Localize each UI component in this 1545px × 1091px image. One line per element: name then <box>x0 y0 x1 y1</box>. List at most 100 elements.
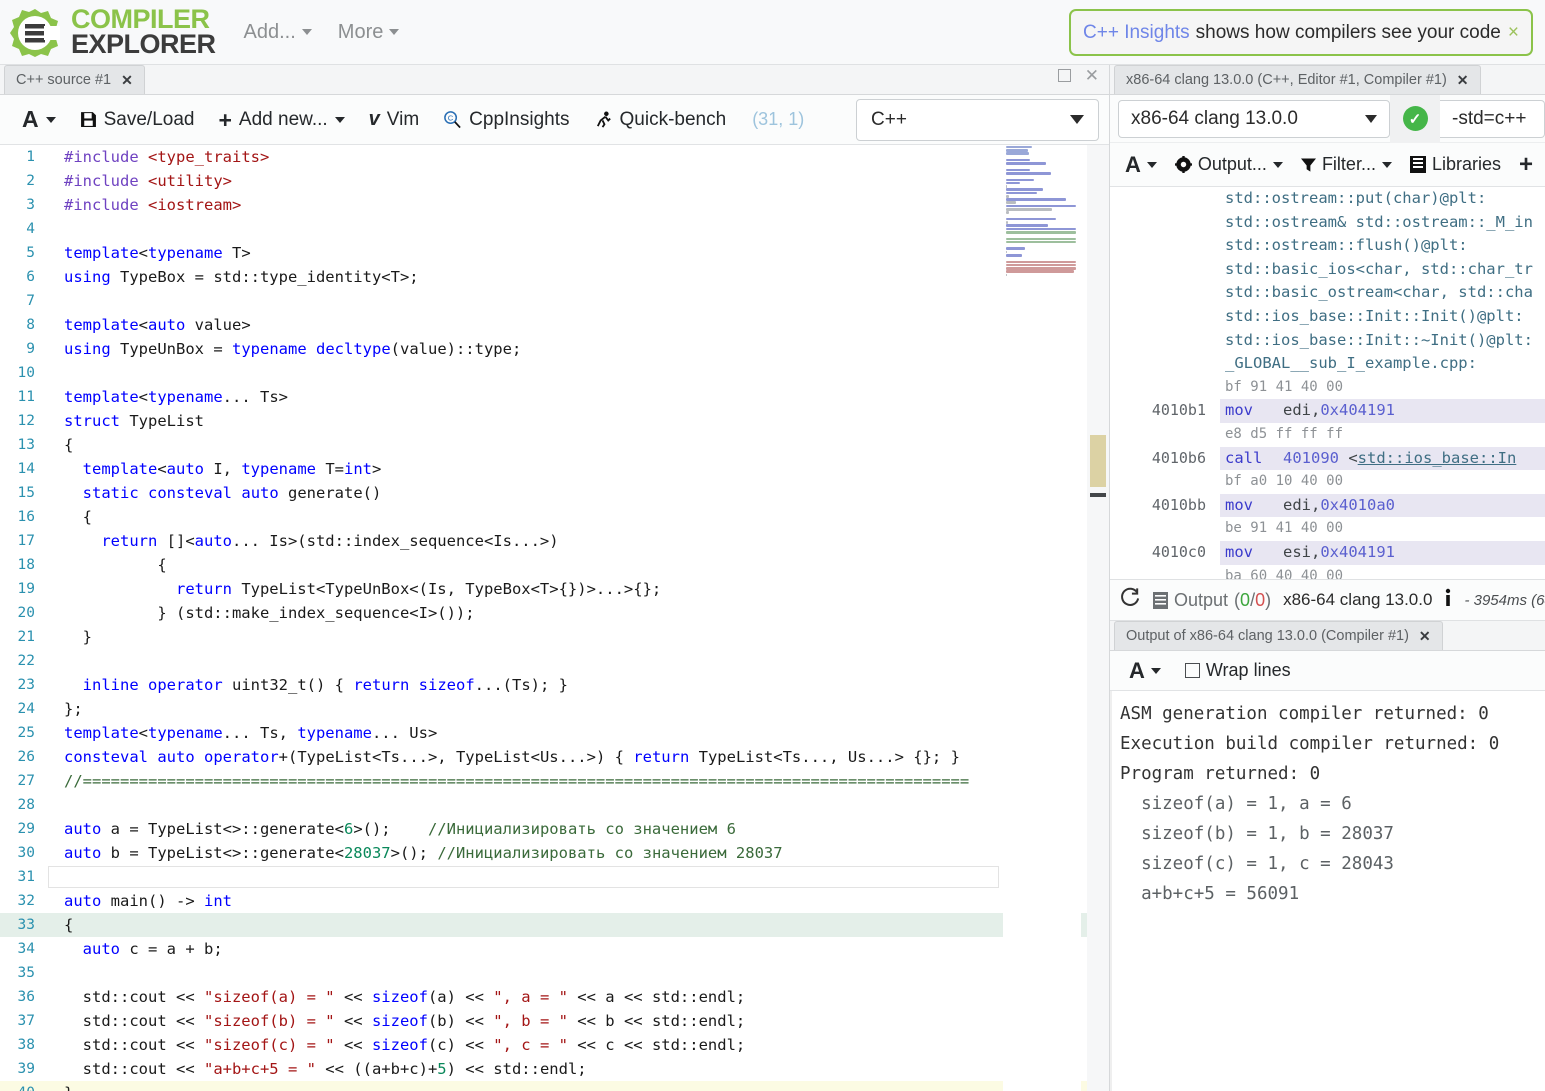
code-line[interactable]: 8 template<auto value> <box>0 313 1109 337</box>
code-line[interactable]: 1 #include <type_traits> <box>0 145 1109 169</box>
editor-minimap[interactable] <box>1003 145 1081 1091</box>
tab-cpp-source-1[interactable]: C++ source #1 ✕ <box>4 65 145 94</box>
code-text[interactable]: struct TypeList <box>48 409 1109 433</box>
code-text[interactable]: template<typename T> <box>48 241 1109 265</box>
toast-close-icon[interactable]: × <box>1508 22 1519 44</box>
code-line[interactable]: 15 static consteval auto generate() <box>0 481 1109 505</box>
code-line[interactable]: 3 #include <iostream> <box>0 193 1109 217</box>
code-text[interactable]: { <box>48 553 1109 577</box>
code-line[interactable]: 28 <box>0 793 1109 817</box>
code-line[interactable]: 29 auto a = TypeList<>::generate<6>(); //… <box>0 817 1109 841</box>
libraries-button[interactable]: Libraries <box>1401 148 1510 182</box>
code-line[interactable]: 4 <box>0 217 1109 241</box>
code-text[interactable]: #include <iostream> <box>48 193 1109 217</box>
asm-symbol-label-row[interactable]: std::ostream::flush()@plt: <box>1110 234 1545 258</box>
code-line[interactable]: 17 return []<auto... Is>(std::index_sequ… <box>0 529 1109 553</box>
notification-banner[interactable]: C++ Insights shows how compilers see you… <box>1069 9 1533 56</box>
code-text[interactable]: #include <utility> <box>48 169 1109 193</box>
code-text[interactable]: inline operator uint32_t() { return size… <box>48 673 1109 697</box>
scrollbar-thumb[interactable] <box>1090 435 1106 487</box>
output-toggle[interactable]: Output (0/0) <box>1153 590 1271 611</box>
code-text[interactable]: //======================================… <box>48 769 1109 793</box>
compiler-font-button[interactable]: A <box>1116 148 1166 182</box>
editor-vertical-scrollbar[interactable] <box>1087 145 1109 1091</box>
asm-bytes-row[interactable]: bf 91 41 40 00 <box>1110 376 1545 400</box>
quick-bench-button[interactable]: Quick-bench <box>582 101 739 139</box>
code-line[interactable]: 12 struct TypeList <box>0 409 1109 433</box>
code-line[interactable]: 5 template<typename T> <box>0 241 1109 265</box>
program-output[interactable]: ASM generation compiler returned: 0 Execu… <box>1110 691 1545 1091</box>
code-text[interactable]: } (std::make_index_sequence<I>()); <box>48 601 1109 625</box>
code-line[interactable]: 21 } <box>0 625 1109 649</box>
asm-bytes-row[interactable]: e8 d5 ff ff ff <box>1110 423 1545 447</box>
code-line[interactable]: 24}; <box>0 697 1109 721</box>
code-text[interactable]: } <box>48 1081 1109 1091</box>
asm-instruction-row[interactable]: 4010b6 call 401090 <std::ios_base::In <box>1110 446 1545 471</box>
asm-instruction-row[interactable]: 4010b1 mov edi,0x404191 <box>1110 399 1545 423</box>
code-text[interactable]: std::cout << "a+b+c+5 = " << ((a+b+c)+5)… <box>48 1057 1109 1081</box>
code-text[interactable]: return TypeList<TypeUnBox<(Is, TypeBox<T… <box>48 577 1109 601</box>
toast-link[interactable]: C++ Insights <box>1083 22 1190 44</box>
asm-symbol-label-row[interactable]: std::ostream::put(char)@plt: <box>1110 187 1545 211</box>
code-text[interactable]: std::cout << "sizeof(c) = " << sizeof(c)… <box>48 1033 1109 1057</box>
code-text[interactable]: std::cout << "sizeof(b) = " << sizeof(b)… <box>48 1009 1109 1033</box>
code-text[interactable]: auto c = a + b; <box>48 937 1109 961</box>
tab-close-icon[interactable]: ✕ <box>1457 72 1469 89</box>
code-line[interactable]: 38 std::cout << "sizeof(c) = " << sizeof… <box>0 1033 1109 1057</box>
asm-operation[interactable]: mov edi,0x4010a0 <box>1220 493 1545 518</box>
add-tool-button[interactable]: + <box>1510 148 1542 182</box>
code-line[interactable]: 39 std::cout << "a+b+c+5 = " << ((a+b+c)… <box>0 1057 1109 1081</box>
code-line[interactable]: 31 <box>0 865 1109 889</box>
tab-output-compiler-1[interactable]: Output of x86-64 clang 13.0.0 (Compiler … <box>1114 621 1443 650</box>
asm-bytes-row[interactable]: ba 60 40 40 00 <box>1110 565 1545 580</box>
code-text[interactable]: consteval auto operator+(TypeList<Ts...>… <box>48 745 1109 769</box>
vim-button[interactable]: v Vim <box>357 101 432 139</box>
code-text[interactable]: static consteval auto generate() <box>48 481 1109 505</box>
code-line[interactable]: 26 consteval auto operator+(TypeList<Ts..… <box>0 745 1109 769</box>
asm-operation[interactable]: mov esi,0x404191 <box>1220 540 1545 565</box>
assembly-output[interactable]: std::ostream::put(char)@plt: std::ostream… <box>1110 187 1545 579</box>
code-line[interactable]: 9 using TypeUnBox = typename decltype(val… <box>0 337 1109 361</box>
code-line[interactable]: 11 template<typename... Ts> <box>0 385 1109 409</box>
tab-compiler-1[interactable]: x86-64 clang 13.0.0 (C++, Editor #1, Com… <box>1114 65 1481 94</box>
code-text[interactable]: auto main() -> int <box>48 889 1109 913</box>
code-text[interactable]: template<auto I, typename T=int> <box>48 457 1109 481</box>
code-text[interactable]: template<auto value> <box>48 313 1109 337</box>
compiler-select[interactable]: x86-64 clang 13.0.0 <box>1118 99 1390 138</box>
asm-operation[interactable]: call 401090 <std::ios_base::In <box>1220 446 1545 471</box>
code-line[interactable]: 13 { <box>0 433 1109 457</box>
asm-instruction-row[interactable]: 4010bb mov edi,0x4010a0 <box>1110 493 1545 518</box>
save-load-button[interactable]: Save/Load <box>68 101 207 139</box>
close-icon[interactable]: ✕ <box>1085 67 1099 84</box>
asm-symbol-label-row[interactable]: std::basic_ios<char, std::char_tr <box>1110 258 1545 282</box>
code-line[interactable]: 35 <box>0 961 1109 985</box>
language-select[interactable]: C++ <box>856 98 1099 141</box>
code-line[interactable]: 14 template<auto I, typename T=int> <box>0 457 1109 481</box>
code-line[interactable]: 22 <box>0 649 1109 673</box>
code-text[interactable]: auto a = TypeList<>::generate<6>(); //Ин… <box>48 817 1109 841</box>
code-line[interactable]: 33 { <box>0 913 1109 937</box>
asm-symbol-label-row[interactable]: std::ostream& std::ostream::_M_in <box>1110 211 1545 235</box>
code-line[interactable]: 20 } (std::make_index_sequence<I>()); <box>0 601 1109 625</box>
code-lines[interactable]: 1 #include <type_traits> 2 #include <utilit… <box>0 145 1109 1091</box>
code-line[interactable]: 34 auto c = a + b; <box>0 937 1109 961</box>
compiler-explorer-logo[interactable]: COMPILER EXPLORER <box>8 6 216 58</box>
info-button[interactable] <box>1444 588 1452 613</box>
cppinsights-button[interactable]: C CppInsights <box>431 101 581 139</box>
code-line[interactable]: 27 //====================================… <box>0 769 1109 793</box>
nav-add-menu[interactable]: Add... <box>244 21 312 44</box>
code-text[interactable]: } <box>48 625 1109 649</box>
code-text[interactable]: template<typename... Ts> <box>48 385 1109 409</box>
wrap-lines-checkbox[interactable]: Wrap lines <box>1176 654 1300 688</box>
code-text[interactable]: auto b = TypeList<>::generate<28037>(); … <box>48 841 1109 865</box>
code-line[interactable]: 10 <box>0 361 1109 385</box>
output-options-button[interactable]: Output... <box>1166 148 1292 182</box>
maximize-icon[interactable] <box>1057 69 1071 82</box>
code-line[interactable]: 7 <box>0 289 1109 313</box>
code-text[interactable]: #include <type_traits> <box>48 145 1109 169</box>
code-line[interactable]: 19 return TypeList<TypeUnBox<(Is, TypeBo… <box>0 577 1109 601</box>
code-line[interactable]: 30 auto b = TypeList<>::generate<28037>()… <box>0 841 1109 865</box>
code-line[interactable]: 37 std::cout << "sizeof(b) = " << sizeof… <box>0 1009 1109 1033</box>
asm-bytes-row[interactable]: bf a0 10 40 00 <box>1110 470 1545 494</box>
code-text[interactable]: }; <box>48 697 1109 721</box>
